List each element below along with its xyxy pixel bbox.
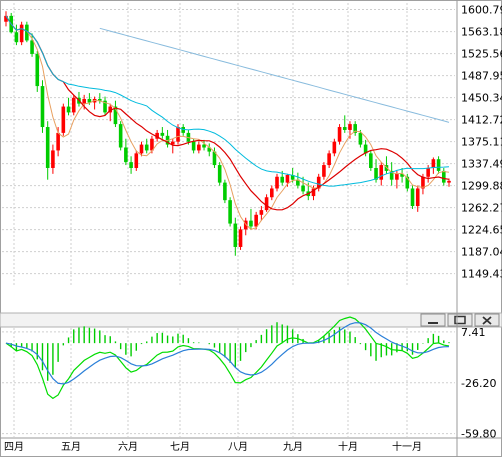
candle-down [249, 220, 253, 227]
candle-down [369, 153, 373, 168]
candle-up [134, 153, 139, 168]
chart-window: 1600.79 1563.18 1525.56 1487.95 1450.34 1412.… [0, 0, 502, 457]
price-y-tick-label: 1375.11 [461, 136, 502, 149]
candle-up [254, 214, 258, 227]
price-y-tick-label: 1450.34 [461, 92, 502, 105]
candle-down [124, 147, 128, 163]
candle-up [71, 97, 76, 113]
candle-down [14, 32, 19, 43]
chart-canvas: 1600.79 1563.18 1525.56 1487.95 1450.34 1412.… [0, 0, 502, 457]
x-tick-label: 八月 [228, 441, 248, 453]
candle-up [82, 98, 86, 104]
price-y-tick-label: 1262.27 [461, 202, 502, 215]
candle-up [332, 141, 337, 154]
price-y-tick-label: 1412.72 [461, 114, 502, 127]
price-y-tick-label: 1525.56 [461, 48, 502, 61]
price-y-tick-label: 1187.04 [461, 246, 502, 259]
candle-up [285, 175, 290, 183]
candle-up [322, 165, 326, 177]
price-y-tick-label: 1337.49 [461, 158, 502, 171]
candle-up [19, 24, 24, 43]
candle-up [431, 159, 436, 168]
ma-short-line [5, 15, 450, 230]
candle-down [40, 86, 45, 128]
minimize-button[interactable] [420, 313, 446, 327]
candle-down [45, 127, 50, 168]
x-tick-label: 十月 [338, 440, 358, 453]
candle-up [327, 153, 331, 166]
candle-up [259, 210, 264, 215]
candle-down [144, 144, 149, 151]
x-tick-label: 四月 [4, 441, 24, 453]
candle-up [56, 132, 60, 151]
candle-down [191, 141, 196, 151]
candle-up [415, 188, 420, 207]
candle-up [176, 127, 180, 142]
candle-down [342, 127, 347, 130]
x-tick-label: 六月 [118, 441, 138, 453]
price-y-tick-label: 1487.95 [461, 70, 502, 83]
price-y-tick-label: 1600.79 [461, 4, 502, 17]
candle-up [447, 180, 451, 183]
macd-y-tick-label: -59.80 [461, 428, 496, 441]
candle-down [217, 165, 222, 183]
candle-down [66, 106, 71, 113]
candle-up [197, 144, 201, 151]
candle-down [233, 223, 238, 247]
price-y-tick-label: 1224.65 [461, 224, 502, 237]
macd-y-tick-label: 7.41 [461, 326, 486, 339]
candle-up [61, 106, 66, 133]
candle-down [160, 132, 165, 136]
candle-up [139, 144, 144, 154]
ma-longest-line [99, 27, 450, 123]
candle-up [337, 127, 342, 142]
x-tick-label: 十一月 [392, 440, 422, 453]
candle-down [410, 188, 415, 207]
x-tick-label: 九月 [283, 441, 303, 453]
candle-up [238, 229, 243, 247]
macd-y-tick-label: -26.20 [461, 377, 496, 390]
candle-up [379, 165, 384, 180]
x-tick-label: 五月 [61, 441, 81, 453]
candle-down [301, 185, 305, 192]
candle-up [395, 173, 399, 180]
price-y-tick-label: 1299.88 [461, 180, 502, 193]
candle-up [264, 197, 269, 211]
x-tick-label: 七月 [170, 441, 190, 453]
candle-down [436, 159, 441, 171]
price-y-tick-label: 1149.43 [461, 268, 502, 281]
candle-down [30, 40, 34, 54]
candle-down [202, 144, 206, 148]
candle-down [118, 124, 123, 148]
candle-down [223, 182, 227, 201]
candle-up [348, 124, 352, 130]
candle-down [129, 162, 133, 168]
candle-down [358, 132, 363, 145]
macd-dif-line [5, 316, 450, 400]
ma-mid-line [5, 15, 450, 211]
candle-down [35, 53, 40, 87]
candle-up [51, 150, 55, 168]
candle-down [280, 176, 285, 183]
candle-down [228, 200, 232, 224]
candle-down [441, 170, 446, 183]
candle-up [275, 176, 279, 189]
candle-up [426, 167, 430, 177]
candle-up [270, 188, 274, 198]
price-y-tick-label: 1563.18 [461, 26, 502, 39]
